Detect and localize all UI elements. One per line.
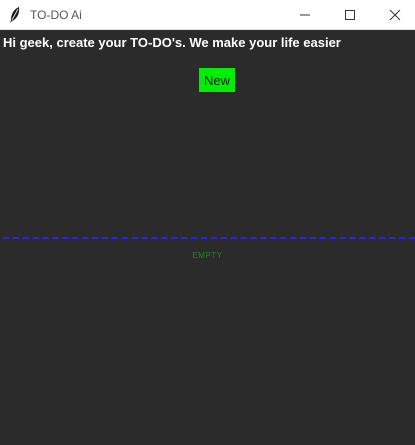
maximize-icon xyxy=(345,10,355,20)
new-todo-button[interactable]: New xyxy=(199,68,235,92)
page-heading: Hi geek, create your TO-DO's. We make yo… xyxy=(3,35,341,50)
maximize-button[interactable] xyxy=(328,0,372,30)
empty-state-label: EMPTY xyxy=(192,251,223,260)
minimize-button[interactable] xyxy=(283,0,327,30)
close-icon xyxy=(389,9,401,21)
title-bar[interactable]: TO-DO Ai xyxy=(0,0,415,30)
divider-line xyxy=(3,237,415,239)
window-title: TO-DO Ai xyxy=(30,8,82,22)
app-window: TO-DO Ai Hi geek, create your TO-DO's. W… xyxy=(0,0,415,445)
close-button[interactable] xyxy=(373,0,415,30)
minimize-icon xyxy=(300,14,310,16)
feather-icon xyxy=(10,7,20,23)
